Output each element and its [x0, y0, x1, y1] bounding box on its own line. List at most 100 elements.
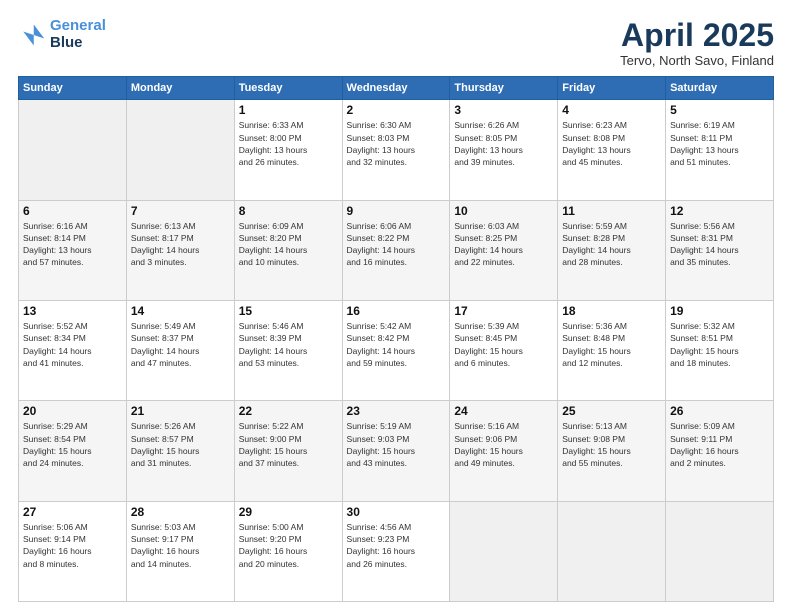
- day-info: Sunrise: 6:13 AM Sunset: 8:17 PM Dayligh…: [131, 220, 230, 269]
- day-cell: 10Sunrise: 6:03 AM Sunset: 8:25 PM Dayli…: [450, 200, 558, 300]
- day-number: 14: [131, 304, 230, 318]
- col-sunday: Sunday: [19, 77, 127, 100]
- day-number: 11: [562, 204, 661, 218]
- day-number: 15: [239, 304, 338, 318]
- day-cell: 6Sunrise: 6:16 AM Sunset: 8:14 PM Daylig…: [19, 200, 127, 300]
- day-cell: 19 Sunrise: 5:32 AM Sunset: 8:51 PM Dayli…: [666, 300, 774, 400]
- day-info: Sunrise: 5:32 AM Sunset: 8:51 PM Dayligh…: [670, 320, 769, 369]
- day-info: Sunrise: 5:19 AM Sunset: 9:03 PM Dayligh…: [347, 420, 446, 469]
- day-info: Sunrise: 6:30 AM Sunset: 8:03 PM Dayligh…: [347, 119, 446, 168]
- day-info: Sunrise: 6:06 AM Sunset: 8:22 PM Dayligh…: [347, 220, 446, 269]
- col-thursday: Thursday: [450, 77, 558, 100]
- logo-text: General Blue: [50, 18, 106, 51]
- day-info: Sunrise: 5:22 AM Sunset: 9:00 PM Dayligh…: [239, 420, 338, 469]
- col-tuesday: Tuesday: [234, 77, 342, 100]
- day-cell: 14 Sunrise: 5:49 AM Sunset: 8:37 PM Dayli…: [126, 300, 234, 400]
- col-wednesday: Wednesday: [342, 77, 450, 100]
- day-info: Sunrise: 5:36 AM Sunset: 8:48 PM Dayligh…: [562, 320, 661, 369]
- day-number: 9: [347, 204, 446, 218]
- week-row-5: 27 Sunrise: 5:06 AM Sunset: 9:14 PM Dayli…: [19, 501, 774, 601]
- day-cell: 25 Sunrise: 5:13 AM Sunset: 9:08 PM Dayli…: [558, 401, 666, 501]
- day-info: Sunrise: 5:49 AM Sunset: 8:37 PM Dayligh…: [131, 320, 230, 369]
- day-cell: 23Sunrise: 5:19 AM Sunset: 9:03 PM Dayli…: [342, 401, 450, 501]
- day-number: 12: [670, 204, 769, 218]
- day-info: Sunrise: 4:56 AM Sunset: 9:23 PM Dayligh…: [347, 521, 446, 570]
- logo-icon: [18, 21, 46, 49]
- day-number: 24: [454, 404, 553, 418]
- day-number: 22: [239, 404, 338, 418]
- day-info: Sunrise: 5:26 AM Sunset: 8:57 PM Dayligh…: [131, 420, 230, 469]
- day-cell: 20 Sunrise: 5:29 AM Sunset: 8:54 PM Dayli…: [19, 401, 127, 501]
- day-number: 30: [347, 505, 446, 519]
- header: General Blue April 2025 Tervo, North Sav…: [18, 18, 774, 68]
- day-cell: 3 Sunrise: 6:26 AM Sunset: 8:05 PM Daylig…: [450, 100, 558, 200]
- day-cell: 8 Sunrise: 6:09 AM Sunset: 8:20 PM Daylig…: [234, 200, 342, 300]
- day-info: Sunrise: 5:06 AM Sunset: 9:14 PM Dayligh…: [23, 521, 122, 570]
- day-cell: [450, 501, 558, 601]
- day-number: 28: [131, 505, 230, 519]
- day-number: 10: [454, 204, 553, 218]
- day-cell: 27 Sunrise: 5:06 AM Sunset: 9:14 PM Dayli…: [19, 501, 127, 601]
- day-info: Sunrise: 5:00 AM Sunset: 9:20 PM Dayligh…: [239, 521, 338, 570]
- day-number: 13: [23, 304, 122, 318]
- subtitle: Tervo, North Savo, Finland: [620, 53, 774, 68]
- day-number: 17: [454, 304, 553, 318]
- logo: General Blue: [18, 18, 106, 51]
- col-monday: Monday: [126, 77, 234, 100]
- day-info: Sunrise: 6:33 AM Sunset: 8:00 PM Dayligh…: [239, 119, 338, 168]
- day-cell: 5 Sunrise: 6:19 AM Sunset: 8:11 PM Daylig…: [666, 100, 774, 200]
- day-cell: 16Sunrise: 5:42 AM Sunset: 8:42 PM Dayli…: [342, 300, 450, 400]
- day-cell: [558, 501, 666, 601]
- week-row-1: 1 Sunrise: 6:33 AM Sunset: 8:00 PM Daylig…: [19, 100, 774, 200]
- day-number: 4: [562, 103, 661, 117]
- day-cell: 15 Sunrise: 5:46 AM Sunset: 8:39 PM Dayli…: [234, 300, 342, 400]
- day-cell: 30 Sunrise: 4:56 AM Sunset: 9:23 PM Dayli…: [342, 501, 450, 601]
- day-number: 3: [454, 103, 553, 117]
- day-info: Sunrise: 5:56 AM Sunset: 8:31 PM Dayligh…: [670, 220, 769, 269]
- day-number: 8: [239, 204, 338, 218]
- day-cell: 24Sunrise: 5:16 AM Sunset: 9:06 PM Dayli…: [450, 401, 558, 501]
- week-row-3: 13 Sunrise: 5:52 AM Sunset: 8:34 PM Dayli…: [19, 300, 774, 400]
- day-cell: 12 Sunrise: 5:56 AM Sunset: 8:31 PM Dayli…: [666, 200, 774, 300]
- day-info: Sunrise: 5:03 AM Sunset: 9:17 PM Dayligh…: [131, 521, 230, 570]
- week-row-2: 6Sunrise: 6:16 AM Sunset: 8:14 PM Daylig…: [19, 200, 774, 300]
- calendar-table: Sunday Monday Tuesday Wednesday Thursday…: [18, 76, 774, 602]
- day-number: 1: [239, 103, 338, 117]
- day-info: Sunrise: 6:26 AM Sunset: 8:05 PM Dayligh…: [454, 119, 553, 168]
- day-cell: 21 Sunrise: 5:26 AM Sunset: 8:57 PM Dayli…: [126, 401, 234, 501]
- day-number: 27: [23, 505, 122, 519]
- page: General Blue April 2025 Tervo, North Sav…: [0, 0, 792, 612]
- day-number: 16: [347, 304, 446, 318]
- day-info: Sunrise: 5:29 AM Sunset: 8:54 PM Dayligh…: [23, 420, 122, 469]
- week-row-4: 20 Sunrise: 5:29 AM Sunset: 8:54 PM Dayli…: [19, 401, 774, 501]
- day-info: Sunrise: 5:59 AM Sunset: 8:28 PM Dayligh…: [562, 220, 661, 269]
- col-friday: Friday: [558, 77, 666, 100]
- day-info: Sunrise: 6:09 AM Sunset: 8:20 PM Dayligh…: [239, 220, 338, 269]
- main-title: April 2025: [620, 18, 774, 53]
- day-cell: 26Sunrise: 5:09 AM Sunset: 9:11 PM Dayli…: [666, 401, 774, 501]
- day-info: Sunrise: 5:13 AM Sunset: 9:08 PM Dayligh…: [562, 420, 661, 469]
- day-number: 21: [131, 404, 230, 418]
- day-cell: 17 Sunrise: 5:39 AM Sunset: 8:45 PM Dayli…: [450, 300, 558, 400]
- day-cell: 22 Sunrise: 5:22 AM Sunset: 9:00 PM Dayli…: [234, 401, 342, 501]
- day-number: 19: [670, 304, 769, 318]
- day-cell: [126, 100, 234, 200]
- day-cell: 11 Sunrise: 5:59 AM Sunset: 8:28 PM Dayli…: [558, 200, 666, 300]
- day-cell: [666, 501, 774, 601]
- day-info: Sunrise: 5:09 AM Sunset: 9:11 PM Dayligh…: [670, 420, 769, 469]
- day-cell: 1 Sunrise: 6:33 AM Sunset: 8:00 PM Daylig…: [234, 100, 342, 200]
- day-info: Sunrise: 5:39 AM Sunset: 8:45 PM Dayligh…: [454, 320, 553, 369]
- day-number: 25: [562, 404, 661, 418]
- day-info: Sunrise: 6:19 AM Sunset: 8:11 PM Dayligh…: [670, 119, 769, 168]
- day-cell: 28 Sunrise: 5:03 AM Sunset: 9:17 PM Dayli…: [126, 501, 234, 601]
- day-number: 20: [23, 404, 122, 418]
- day-info: Sunrise: 5:52 AM Sunset: 8:34 PM Dayligh…: [23, 320, 122, 369]
- calendar-header-row: Sunday Monday Tuesday Wednesday Thursday…: [19, 77, 774, 100]
- day-number: 7: [131, 204, 230, 218]
- day-info: Sunrise: 5:46 AM Sunset: 8:39 PM Dayligh…: [239, 320, 338, 369]
- col-saturday: Saturday: [666, 77, 774, 100]
- day-info: Sunrise: 6:16 AM Sunset: 8:14 PM Dayligh…: [23, 220, 122, 269]
- day-cell: 2Sunrise: 6:30 AM Sunset: 8:03 PM Daylig…: [342, 100, 450, 200]
- day-cell: 4Sunrise: 6:23 AM Sunset: 8:08 PM Daylig…: [558, 100, 666, 200]
- day-number: 5: [670, 103, 769, 117]
